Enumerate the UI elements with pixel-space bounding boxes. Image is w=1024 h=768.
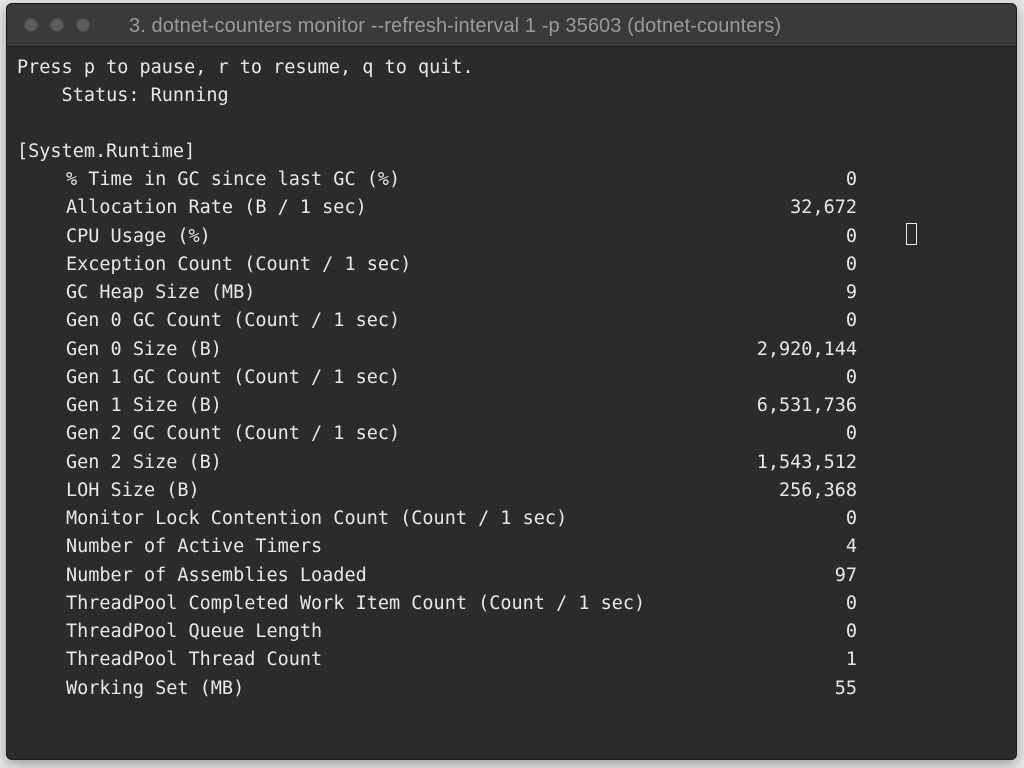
zoom-window-button[interactable] <box>76 18 90 32</box>
counter-value: 256,368 <box>779 480 857 501</box>
terminal-window: 3. dotnet-counters monitor --refresh-int… <box>6 3 1017 760</box>
counter-label: Allocation Rate (B / 1 sec) <box>66 197 367 218</box>
title-bar[interactable]: 3. dotnet-counters monitor --refresh-int… <box>7 4 1016 47</box>
counter-value: 0 <box>845 169 857 190</box>
terminal-output[interactable]: Press p to pause, r to resume, q to quit… <box>7 47 1016 759</box>
counter-value: 0 <box>845 621 857 642</box>
counter-value: 1,543,512 <box>756 452 857 473</box>
instructions-line: Press p to pause, r to resume, q to quit… <box>17 57 474 78</box>
counter-value: 0 <box>845 423 857 444</box>
counter-label: CPU Usage (%) <box>66 226 211 247</box>
counter-label: Number of Assemblies Loaded <box>66 565 367 586</box>
counter-value: 0 <box>845 593 857 614</box>
counter-label: Working Set (MB) <box>66 678 245 699</box>
counter-label: ThreadPool Thread Count <box>66 649 323 670</box>
counter-value: 6,531,736 <box>756 395 857 416</box>
counter-label: ThreadPool Queue Length <box>66 621 323 642</box>
counter-value: 0 <box>845 367 857 388</box>
counter-value: 0 <box>845 254 857 275</box>
section-header: [System.Runtime] <box>17 141 196 162</box>
window-title: 3. dotnet-counters monitor --refresh-int… <box>129 15 782 37</box>
counter-label: Gen 1 Size (B) <box>66 395 222 416</box>
counter-value: 2,920,144 <box>756 339 857 360</box>
counter-label: Number of Active Timers <box>66 536 323 557</box>
minimize-window-button[interactable] <box>50 18 64 32</box>
status-line: Status: Running <box>17 85 229 106</box>
counter-label: ThreadPool Completed Work Item Count (Co… <box>66 593 646 614</box>
counter-label: Monitor Lock Contention Count (Count / 1… <box>66 508 568 529</box>
counter-value: 1 <box>845 649 857 670</box>
counter-label: % Time in GC since last GC (%) <box>66 169 401 190</box>
counter-value: 55 <box>834 678 857 699</box>
counter-label: Gen 0 Size (B) <box>66 339 222 360</box>
counter-label: Gen 1 GC Count (Count / 1 sec) <box>66 367 401 388</box>
counter-label: Gen 2 GC Count (Count / 1 sec) <box>66 423 401 444</box>
counter-label: Gen 2 Size (B) <box>66 452 222 473</box>
counter-label: GC Heap Size (MB) <box>66 282 256 303</box>
counter-label: Exception Count (Count / 1 sec) <box>66 254 412 275</box>
counter-value: 0 <box>845 310 857 331</box>
text-cursor <box>906 223 917 245</box>
close-window-button[interactable] <box>24 18 38 32</box>
counter-value: 9 <box>845 282 857 303</box>
counter-value: 97 <box>834 565 857 586</box>
counter-value: 0 <box>845 226 857 247</box>
counter-label: LOH Size (B) <box>66 480 200 501</box>
counter-value: 4 <box>845 536 857 557</box>
counter-value: 0 <box>845 508 857 529</box>
counter-label: Gen 0 GC Count (Count / 1 sec) <box>66 310 401 331</box>
counter-value: 32,672 <box>790 197 857 218</box>
